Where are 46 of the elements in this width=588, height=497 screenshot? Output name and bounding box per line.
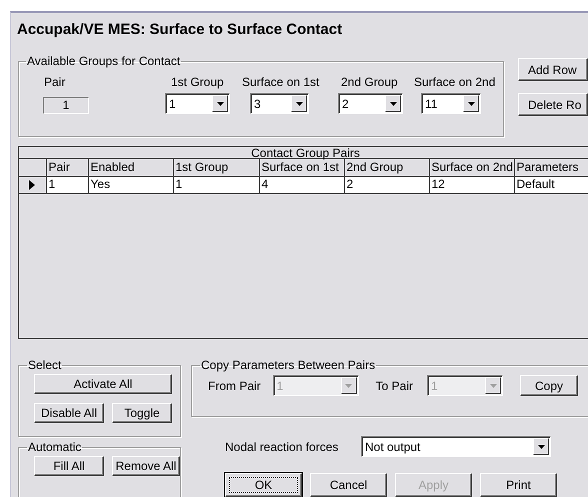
column-header[interactable]: Surface on 2nd	[429, 159, 514, 176]
field-label: Surface on 2nd	[414, 75, 496, 89]
push-button[interactable]: Toggle	[112, 403, 172, 423]
field-label: From Pair	[208, 378, 261, 392]
column-header[interactable]: Enabled	[88, 159, 173, 176]
group-title: Select	[27, 359, 62, 372]
dropdown-field[interactable]: Not output	[361, 436, 551, 457]
table-cell: 4	[259, 176, 344, 193]
push-button[interactable]: Delete Ro	[518, 93, 588, 116]
push-button[interactable]: Activate All	[34, 374, 172, 394]
dropdown-field[interactable]: 11	[421, 93, 481, 114]
group-title: Copy Parameters Between Pairs	[200, 359, 376, 372]
push-button[interactable]: Print	[480, 473, 557, 497]
column-header[interactable]: Surface on 1st	[259, 159, 344, 176]
column-header[interactable]: Pair	[46, 159, 88, 176]
window-title: Accupak/VE MES: Surface to Surface Contact	[17, 21, 344, 39]
column-header[interactable]: 1st Group	[173, 159, 259, 176]
column-header[interactable]: 2nd Group	[344, 159, 429, 176]
table-cell: 2	[344, 176, 429, 193]
table-cell: 1	[173, 176, 259, 193]
table-cell: 12	[429, 176, 514, 193]
push-button[interactable]: Disable All	[34, 403, 104, 423]
dropdown-field[interactable]: 3	[250, 93, 309, 114]
push-button[interactable]: Add Row	[518, 58, 588, 81]
dropdown-field[interactable]: 2	[338, 93, 403, 114]
dropdown-field[interactable]: 1	[165, 93, 230, 114]
group-title: Automatic	[27, 441, 82, 454]
table-cell: 1	[46, 176, 88, 193]
field-label: Pair	[43, 75, 66, 89]
push-button[interactable]: Copy	[520, 375, 578, 396]
group-title: Available Groups for Contact	[26, 55, 182, 68]
pair-number-field: 1	[43, 97, 89, 114]
table-cell: Default	[514, 176, 588, 193]
field-label: 2nd Group	[341, 75, 398, 89]
field-label: 1st Group	[171, 75, 224, 89]
column-header[interactable]: Parameters	[514, 159, 588, 176]
push-button[interactable]: Remove All	[112, 456, 180, 476]
push-button[interactable]: OK	[225, 473, 302, 497]
table-cell: Yes	[88, 176, 173, 193]
field-label: Nodal reaction forces	[225, 440, 340, 454]
field-label: To Pair	[376, 378, 414, 392]
field-label: Surface on 1st	[242, 75, 320, 89]
push-button[interactable]: Cancel	[310, 473, 387, 497]
push-button[interactable]: Fill All	[34, 456, 104, 476]
row-pointer-icon	[29, 180, 35, 190]
row-header-cell[interactable]	[19, 176, 46, 193]
